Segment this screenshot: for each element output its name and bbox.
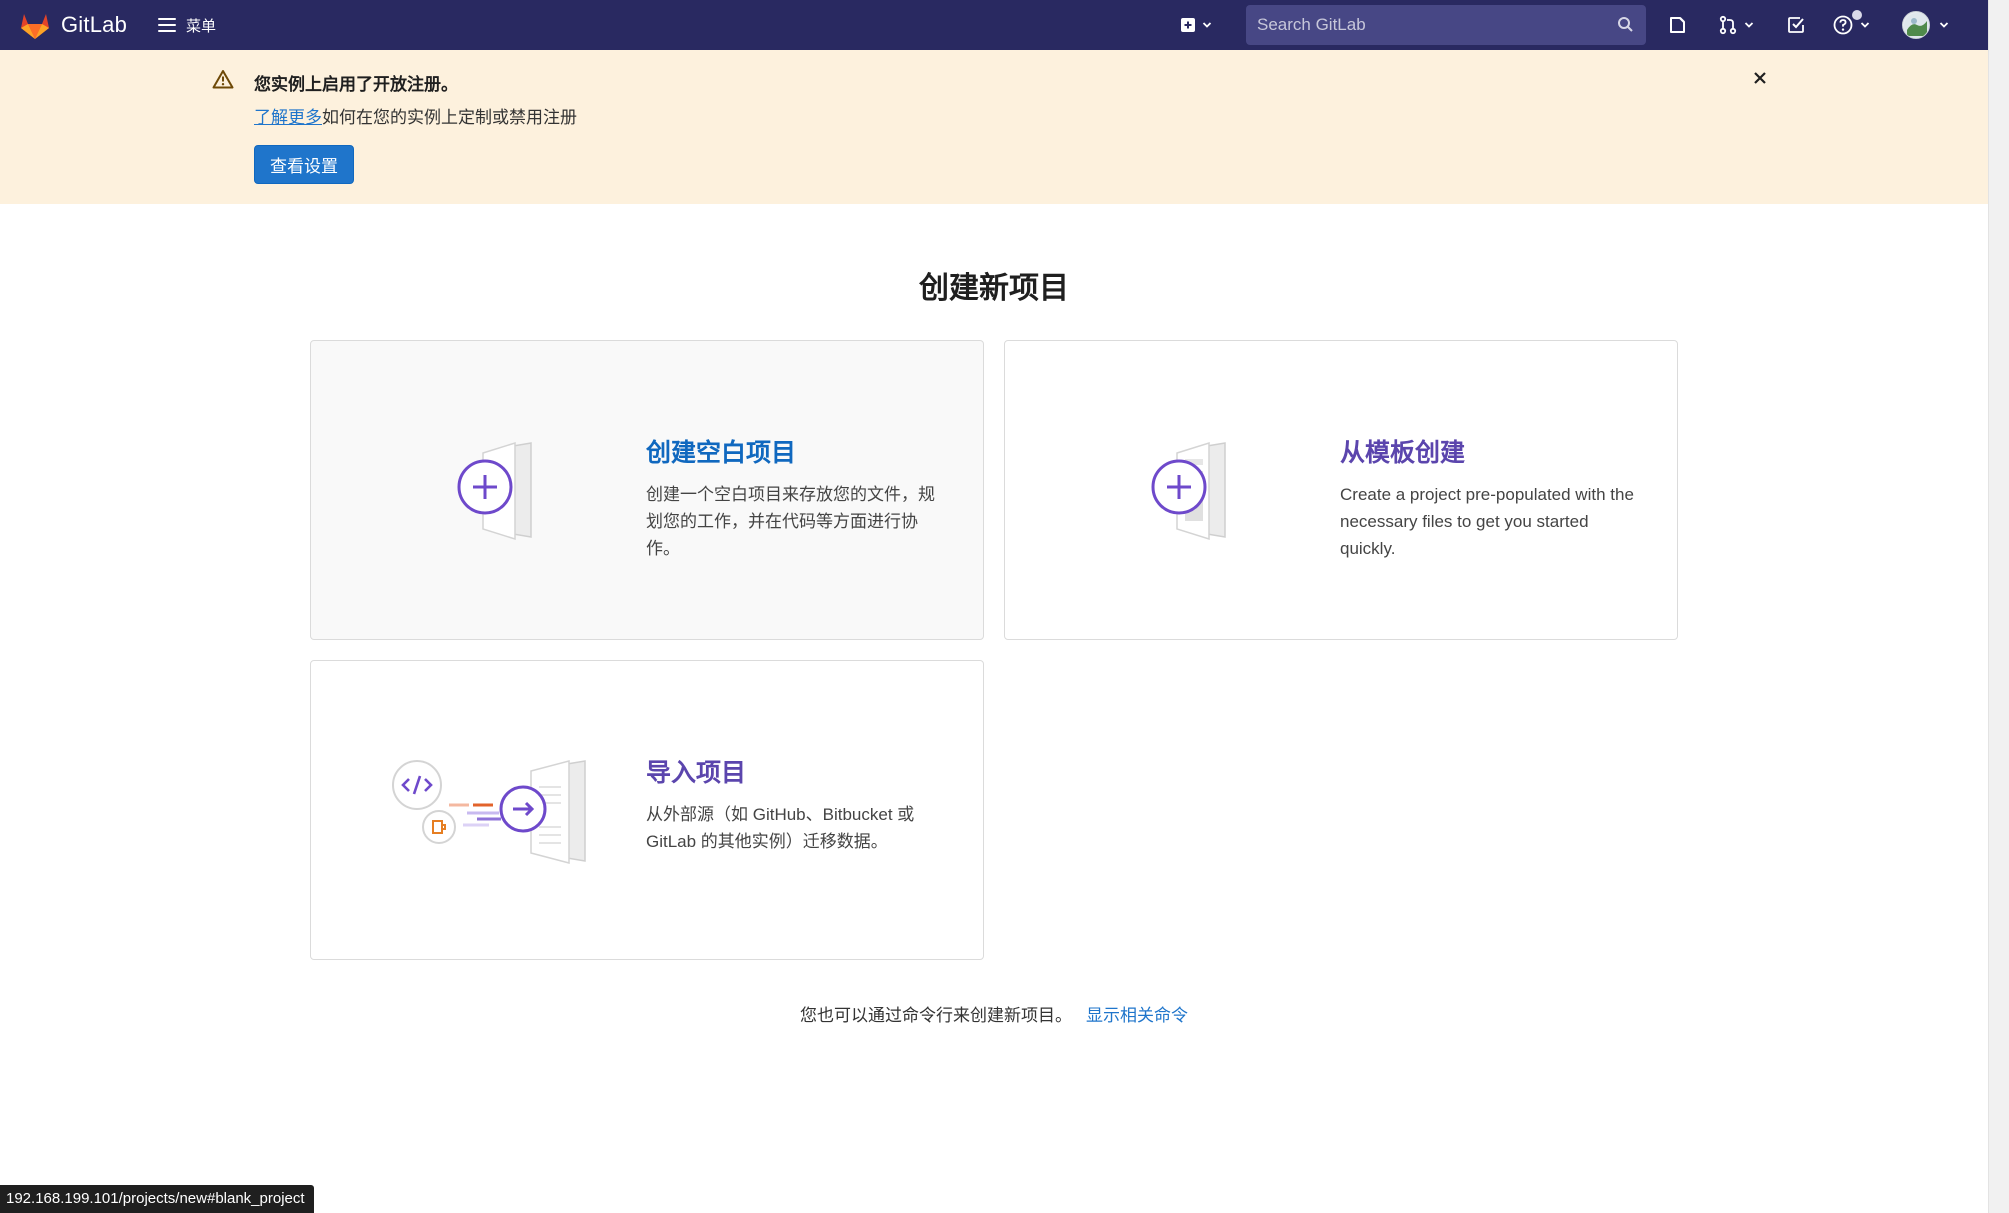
import-project-illustration — [392, 760, 586, 864]
cli-hint-text: 您也可以通过命令行来创建新项目。 — [800, 1006, 1072, 1025]
show-commands-link[interactable]: 显示相关命令 — [1086, 1006, 1188, 1025]
alert-title: 您实例上启用了开放注册。 — [254, 75, 458, 94]
chevron-down-icon — [1744, 22, 1754, 28]
plus-square-icon — [1181, 18, 1195, 32]
scrollbar[interactable] — [1988, 0, 2009, 1213]
issues-icon — [1670, 17, 1685, 33]
search-box[interactable] — [1246, 5, 1646, 45]
hamburger-icon — [158, 18, 176, 32]
todos-button[interactable] — [1786, 12, 1806, 38]
notification-dot — [1852, 10, 1862, 20]
create-from-template-card[interactable]: 从模板创建 Create a project pre-populated wit… — [1004, 340, 1678, 640]
learn-more-link[interactable]: 了解更多 — [254, 108, 322, 127]
card-text: 从模板创建 Create a project pre-populated wit… — [1340, 433, 1640, 562]
top-navbar: GitLab 菜单 — [0, 0, 1988, 50]
warning-icon — [212, 70, 234, 89]
template-illustration — [1151, 441, 1226, 541]
blank-project-illustration — [457, 441, 532, 541]
cli-hint: 您也可以通过命令行来创建新项目。 显示相关命令 — [0, 1001, 1988, 1026]
issues-button[interactable] — [1668, 12, 1688, 38]
alert-body: 了解更多如何在您的实例上定制或禁用注册 — [254, 103, 577, 128]
open-registration-alert: 您实例上启用了开放注册。 了解更多如何在您的实例上定制或禁用注册 查看设置 — [0, 50, 1988, 204]
card-description: Create a project pre-populated with the … — [1340, 485, 1634, 558]
menu-label: 菜单 — [186, 17, 217, 35]
new-dropdown-button[interactable] — [1180, 12, 1212, 38]
close-icon[interactable] — [1752, 70, 1768, 86]
search-input[interactable] — [1246, 5, 1646, 45]
merge-request-icon — [1719, 15, 1737, 35]
chevron-down-icon — [1860, 22, 1870, 28]
card-description: 从外部源（如 GitHub、Bitbucket 或 GitLab 的其他实例）迁… — [646, 805, 915, 851]
create-blank-project-card[interactable]: 创建空白项目 创建一个空白项目来存放您的文件，规划您的工作，并在代码等方面进行协… — [310, 340, 984, 640]
card-text: 导入项目 从外部源（如 GitHub、Bitbucket 或 GitLab 的其… — [646, 753, 946, 855]
brand-name[interactable]: GitLab — [61, 12, 127, 38]
search-icon[interactable] — [1617, 16, 1634, 33]
card-description: 创建一个空白项目来存放您的文件，规划您的工作，并在代码等方面进行协作。 — [646, 485, 935, 558]
chevron-down-icon — [1939, 22, 1949, 28]
merge-requests-button[interactable] — [1718, 12, 1754, 38]
user-menu-chevron[interactable] — [1939, 12, 1949, 38]
card-title: 创建空白项目 — [646, 439, 797, 467]
card-title: 导入项目 — [646, 759, 747, 787]
view-settings-button[interactable]: 查看设置 — [254, 145, 354, 184]
alert-body-text: 如何在您的实例上定制或禁用注册 — [322, 108, 577, 127]
chevron-down-icon — [1202, 22, 1212, 28]
avatar[interactable] — [1902, 11, 1930, 39]
page-title: 创建新项目 — [919, 272, 1069, 305]
import-project-card[interactable]: 导入项目 从外部源（如 GitHub、Bitbucket 或 GitLab 的其… — [310, 660, 984, 960]
help-icon — [1833, 15, 1853, 35]
gitlab-logo[interactable] — [18, 8, 52, 42]
help-button[interactable] — [1832, 12, 1870, 38]
menu-button[interactable]: 菜单 — [158, 13, 216, 37]
card-title: 从模板创建 — [1340, 439, 1466, 467]
status-bar-url: 192.168.199.101/projects/new#blank_proje… — [0, 1185, 314, 1213]
todo-icon — [1788, 17, 1804, 33]
card-text: 创建空白项目 创建一个空白项目来存放您的文件，规划您的工作，并在代码等方面进行协… — [646, 433, 946, 562]
